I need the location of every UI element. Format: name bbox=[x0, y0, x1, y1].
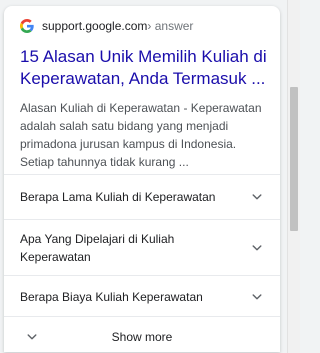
chevron-down-icon[interactable] bbox=[250, 241, 264, 255]
show-more-button[interactable]: Show more bbox=[4, 316, 280, 352]
vertical-scrollbar[interactable] bbox=[287, 0, 300, 353]
question-label: Berapa Lama Kuliah di Keperawatan bbox=[20, 190, 216, 204]
question-label: Berapa Biaya Kuliah Keperawatan bbox=[20, 289, 203, 304]
result-breadcrumb: › answer bbox=[147, 19, 194, 33]
search-result-card: support.google.com › answer 15 Alasan Un… bbox=[4, 6, 280, 352]
scrollbar-thumb[interactable] bbox=[290, 87, 298, 231]
question-label: Apa Yang Dipelajari di Kuliah Keperawata… bbox=[20, 231, 175, 264]
google-g-icon bbox=[20, 19, 34, 33]
show-more-label: Show more bbox=[111, 330, 173, 344]
result-site[interactable]: support.google.com bbox=[42, 19, 147, 33]
page: support.google.com › answer 15 Alasan Un… bbox=[0, 0, 287, 353]
result-snippet: Alasan Kuliah di Keperawatan - Keperawat… bbox=[20, 101, 262, 169]
result-source[interactable]: support.google.com › answer bbox=[20, 19, 193, 33]
question-row[interactable]: Berapa Lama Kuliah di Keperawatan bbox=[4, 174, 280, 219]
chevron-down-icon[interactable] bbox=[250, 290, 264, 304]
chevron-down-icon[interactable] bbox=[250, 190, 264, 204]
result-title-link[interactable]: 15 Alasan Unik Memilih Kuliah di Keperaw… bbox=[20, 46, 270, 90]
question-row[interactable]: Apa Yang Dipelajari di Kuliah Keperawata… bbox=[4, 219, 280, 275]
question-row[interactable]: Berapa Biaya Kuliah Keperawatan bbox=[4, 275, 280, 317]
